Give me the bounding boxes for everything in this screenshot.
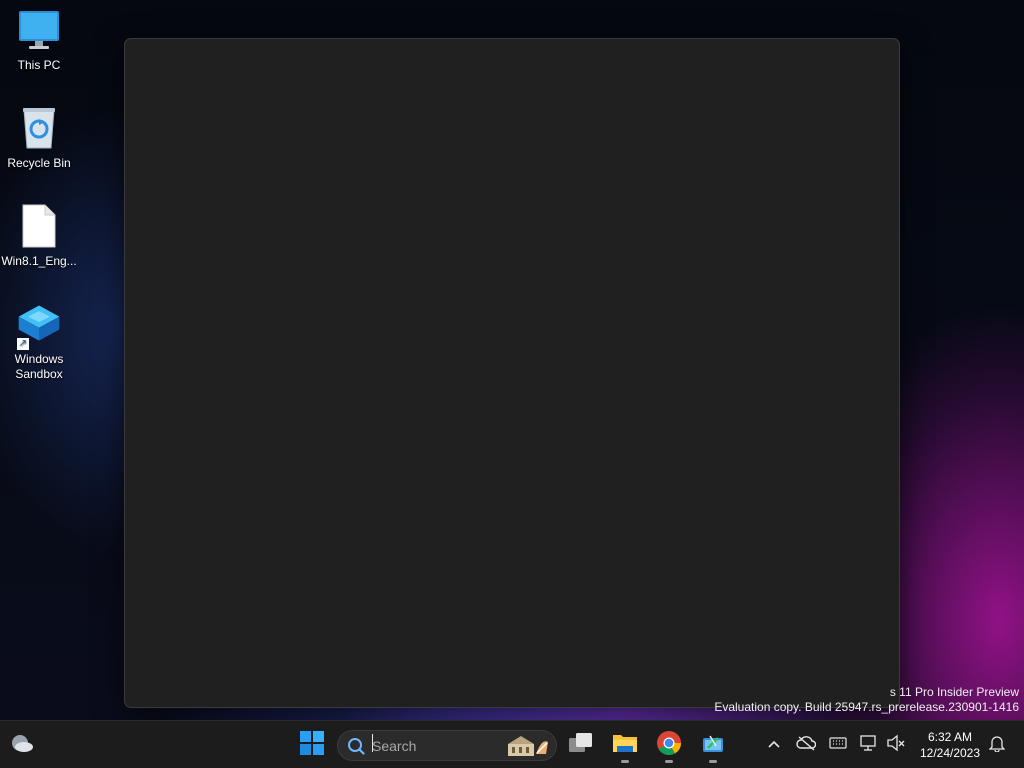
chevron-up-icon [767, 736, 781, 754]
task-view-button[interactable] [561, 725, 601, 765]
desktop-icon-label: Windows Sandbox [14, 352, 64, 381]
weather-cloud-icon [9, 732, 35, 759]
desktop-icon-this-pc[interactable]: This PC [0, 8, 78, 73]
search-highlight-icon[interactable] [506, 734, 550, 763]
task-view-icon [568, 732, 594, 759]
taskbar-snipping-tool[interactable] [693, 725, 733, 765]
folder-icon [612, 732, 638, 759]
notifications-button[interactable] [985, 733, 1009, 757]
taskbar-chrome[interactable] [649, 725, 689, 765]
network-button[interactable] [857, 733, 881, 757]
file-icon [15, 204, 63, 248]
taskbar-file-explorer[interactable] [605, 725, 645, 765]
bell-icon [988, 734, 1006, 757]
monitor-icon [15, 8, 63, 52]
chrome-icon [656, 730, 682, 761]
clock-time: 6:32 AM [927, 730, 973, 744]
taskbar-clock[interactable]: 6:32 AM 12/24/2023 [915, 729, 985, 761]
shortcut-arrow-icon: ↗ [17, 338, 29, 350]
speaker-muted-icon [886, 734, 906, 757]
running-indicator [665, 760, 673, 763]
desktop-icon-recycle-bin[interactable]: Recycle Bin [0, 106, 78, 171]
start-button[interactable] [292, 725, 332, 765]
desktop-icon-windows-sandbox[interactable]: ↗ Windows Sandbox [0, 302, 78, 382]
watermark-line-1: s 11 Pro Insider Preview [889, 685, 1019, 699]
desktop-icon-label: This PC [17, 58, 61, 72]
onedrive-offline-button[interactable] [794, 733, 818, 757]
desktop-icon-label: Recycle Bin [7, 156, 71, 170]
desktop-icon-win81-file[interactable]: Win8.1_Eng... [0, 204, 78, 269]
search-input[interactable] [372, 737, 502, 755]
search-icon [347, 737, 365, 760]
running-indicator [621, 760, 629, 763]
network-icon [859, 734, 879, 757]
watermark-line-2: Evaluation copy. Build 25947.rs_prerelea… [714, 700, 1019, 714]
snipping-tool-icon [701, 732, 725, 759]
taskbar-search[interactable] [337, 730, 557, 761]
volume-button[interactable] [884, 733, 908, 757]
recycle-bin-icon [15, 106, 63, 150]
desktop-icon-label: Win8.1_Eng... [1, 254, 77, 268]
clock-date: 12/24/2023 [919, 746, 981, 760]
windows-start-icon [300, 730, 324, 760]
text-cursor [372, 734, 373, 752]
weather-widget-button[interactable] [2, 725, 42, 765]
app-window[interactable] [124, 38, 900, 708]
taskbar: 6:32 AM 12/24/2023 [0, 720, 1024, 768]
sandbox-icon: ↗ [15, 302, 63, 350]
keyboard-icon [829, 736, 847, 754]
cloud-offline-icon [796, 735, 817, 756]
running-indicator [709, 760, 717, 763]
show-hidden-icons-button[interactable] [762, 733, 786, 757]
evaluation-watermark: s 11 Pro Insider Preview Evaluation copy… [714, 685, 1019, 715]
input-indicator-button[interactable] [826, 733, 850, 757]
